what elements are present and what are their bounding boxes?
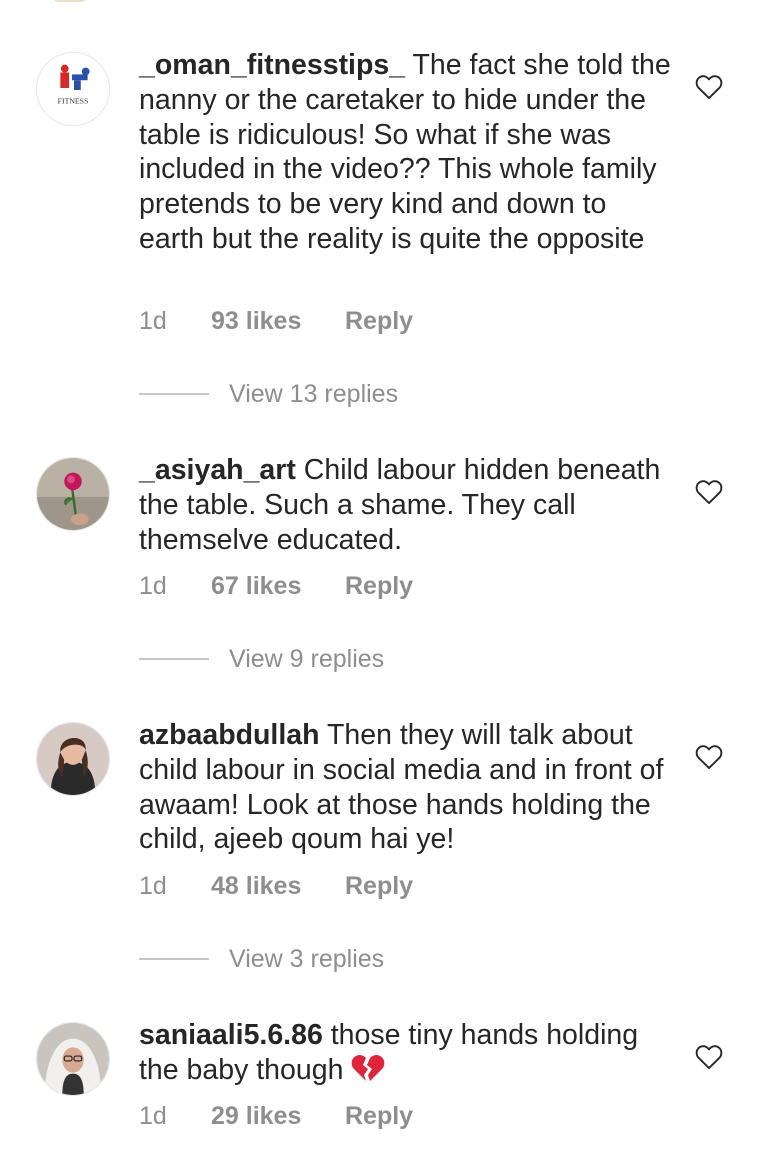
comment-time: 1d <box>139 871 167 900</box>
comment-username[interactable]: azbaabdullah <box>139 719 320 751</box>
comment-time: 1d <box>139 571 167 600</box>
view-replies-button[interactable]: View 9 replies <box>139 644 384 674</box>
comment-time: 1d <box>139 306 167 335</box>
comment-likes[interactable]: 67 likes <box>211 572 345 601</box>
broken-heart-icon <box>352 1054 385 1081</box>
comment-text: saniaali5.6.86 those tiny hands holding … <box>139 1018 679 1088</box>
like-heart-icon[interactable] <box>695 744 723 770</box>
reply-button[interactable]: Reply <box>345 307 413 336</box>
reply-button[interactable]: Reply <box>345 872 413 901</box>
view-replies-label: View 13 replies <box>229 379 399 408</box>
view-replies-label: View 3 replies <box>229 944 385 973</box>
replies-divider <box>139 958 209 960</box>
like-heart-icon[interactable] <box>695 1044 723 1070</box>
comment-meta: 1d 48 likes Reply <box>139 871 413 901</box>
avatar[interactable] <box>36 722 110 796</box>
comment-username[interactable]: _asiyah_art <box>139 454 296 486</box>
like-heart-icon[interactable] <box>695 74 723 100</box>
comment-username[interactable]: _oman_fitnesstips_ <box>139 49 405 81</box>
replies-divider <box>139 658 209 660</box>
comment-meta: 1d 67 likes Reply <box>139 571 413 601</box>
avatar[interactable] <box>36 457 110 531</box>
comment-username[interactable]: saniaali5.6.86 <box>139 1019 323 1051</box>
avatar[interactable]: FITNESS <box>36 52 110 126</box>
profile-photo-icon <box>37 723 109 795</box>
reply-button[interactable]: Reply <box>345 572 413 601</box>
profile-photo-icon <box>37 1023 109 1095</box>
comment-likes[interactable]: 93 likes <box>211 307 345 336</box>
comment-text: _oman_fitnesstips_ The fact she told the… <box>139 48 679 257</box>
avatar[interactable] <box>36 1022 110 1096</box>
comment-meta: 1d 93 likes Reply <box>139 306 413 336</box>
comment-time: 1d <box>139 1101 167 1130</box>
comment-text: azbaabdullah Then they will talk about c… <box>139 718 679 857</box>
view-replies-label: View 9 replies <box>229 644 385 673</box>
fitness-logo-icon: FITNESS <box>37 53 109 125</box>
view-replies-button[interactable]: View 3 replies <box>139 944 384 974</box>
view-replies-button[interactable]: View 13 replies <box>139 379 398 409</box>
like-heart-icon[interactable] <box>695 479 723 505</box>
comment-likes[interactable]: 29 likes <box>211 1102 345 1131</box>
rose-avatar-icon <box>37 458 109 530</box>
reply-button[interactable]: Reply <box>345 1102 413 1131</box>
replies-divider <box>139 393 209 395</box>
comment-text: _asiyah_art Child labour hidden beneath … <box>139 453 679 557</box>
previous-avatar-edge <box>50 0 90 2</box>
comment-likes[interactable]: 48 likes <box>211 872 345 901</box>
comment-meta: 1d 29 likes Reply <box>139 1101 413 1131</box>
avatar-text: FITNESS <box>58 97 89 106</box>
